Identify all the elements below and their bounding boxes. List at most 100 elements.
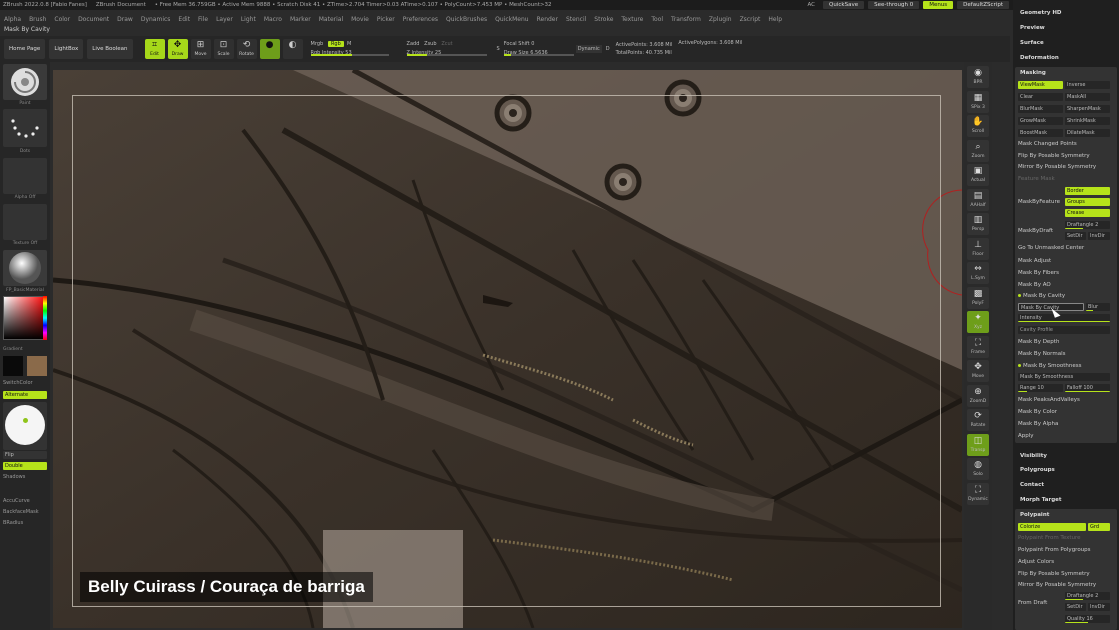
- tool-l-sym[interactable]: ⇔ L.Sym: [967, 262, 989, 284]
- menu-brush[interactable]: Brush: [29, 16, 46, 23]
- rgb-intensity-slider[interactable]: Mrgb Rgb M Rgb Intensity 53: [310, 39, 389, 59]
- grd-toggle[interactable]: Grd: [1088, 523, 1110, 531]
- menu-marker[interactable]: Marker: [290, 16, 311, 23]
- menu-zscript[interactable]: Zscript: [740, 16, 761, 23]
- mask-by-smoothness-header[interactable]: Mask By Smoothness: [1018, 363, 1082, 369]
- clear-button[interactable]: Clear: [1018, 93, 1063, 101]
- flip-toggle[interactable]: Flip: [3, 451, 47, 459]
- polypaint-header[interactable]: Polypaint: [1020, 512, 1049, 518]
- menu-material[interactable]: Material: [319, 16, 343, 23]
- menu-light[interactable]: Light: [241, 16, 256, 23]
- tool-rotate[interactable]: ⟳ Rotate: [967, 409, 989, 431]
- polypaint-from-texture-button[interactable]: Polypaint From Texture: [1018, 535, 1081, 541]
- adjust-colors-button[interactable]: Adjust Colors: [1018, 559, 1054, 565]
- quality-slider[interactable]: Quality 16: [1065, 615, 1110, 623]
- blur-slider[interactable]: Blur: [1086, 303, 1110, 311]
- mask-by-color-button[interactable]: Mask By Color: [1018, 409, 1057, 415]
- pp-draftangle-slider[interactable]: Draftangle 2: [1065, 592, 1110, 600]
- deformation-header[interactable]: Deformation: [1020, 55, 1059, 61]
- lightbox-button[interactable]: LightBox: [49, 39, 84, 59]
- blurmask-button[interactable]: BlurMask: [1018, 105, 1063, 113]
- shrinkmask-button[interactable]: ShrinkMask: [1065, 117, 1110, 125]
- boostmask-button[interactable]: BoostMask: [1018, 129, 1063, 137]
- m-toggle[interactable]: M: [347, 41, 351, 47]
- menu-alpha[interactable]: Alpha: [4, 16, 21, 23]
- range-slider[interactable]: Range 10: [1018, 384, 1063, 392]
- geometry-hd-header[interactable]: Geometry HD: [1020, 10, 1062, 16]
- mask-by-normals-button[interactable]: Mask By Normals: [1018, 351, 1065, 357]
- mirror-posable-symmetry-button[interactable]: Mirror By Posable Symmetry: [1018, 164, 1096, 170]
- menu-document[interactable]: Document: [78, 16, 109, 23]
- viewmask-toggle[interactable]: ViewMask: [1018, 81, 1063, 89]
- invdir-button[interactable]: InvDir: [1088, 232, 1110, 240]
- edit-button[interactable]: ⌗ Edit: [144, 39, 165, 59]
- menu-macro[interactable]: Macro: [264, 16, 282, 23]
- menu-help[interactable]: Help: [768, 16, 782, 23]
- tool-actual[interactable]: ▣ Actual: [967, 164, 989, 186]
- menu-tool[interactable]: Tool: [651, 16, 663, 23]
- morph-target-header[interactable]: Morph Target: [1020, 497, 1062, 503]
- menu-draw[interactable]: Draw: [117, 16, 133, 23]
- home-page-button[interactable]: Home Page: [4, 39, 46, 59]
- border-toggle[interactable]: Border: [1065, 187, 1110, 195]
- apply-button[interactable]: Apply: [1018, 433, 1034, 439]
- mask-by-cavity-button[interactable]: Mask By Cavity: [1018, 303, 1084, 311]
- menu-quickmenu[interactable]: QuickMenu: [495, 16, 528, 23]
- tool-bpr[interactable]: ◉ BPR: [967, 66, 989, 88]
- menu-preferences[interactable]: Preferences: [403, 16, 438, 23]
- gyro-button[interactable]: ◐: [282, 39, 303, 59]
- mask-by-fibers-button[interactable]: Mask By Fibers: [1018, 270, 1059, 276]
- see-through-slider[interactable]: See-through 0: [868, 1, 920, 9]
- menu-stroke[interactable]: Stroke: [594, 16, 613, 23]
- polypaint-from-polygroups-button[interactable]: Polypaint From Polygroups: [1018, 547, 1091, 553]
- shadows-toggle[interactable]: Shadows: [3, 474, 25, 480]
- dilatemask-button[interactable]: DilateMask: [1065, 129, 1110, 137]
- flip-posable-symmetry-button[interactable]: Flip By Posable Symmetry: [1018, 153, 1090, 159]
- mask-by-depth-button[interactable]: Mask By Depth: [1018, 339, 1059, 345]
- brush-selector[interactable]: [3, 64, 47, 100]
- tool-scroll[interactable]: ✋ Scroll: [967, 115, 989, 137]
- backface-mask-toggle[interactable]: BackfaceMask: [3, 509, 39, 515]
- tool-polyf[interactable]: ▩ PolyF: [967, 286, 989, 309]
- pp-mirror-symmetry-button[interactable]: Mirror By Posable Symmetry: [1018, 582, 1096, 588]
- cavity-profile-button[interactable]: Cavity Profile: [1018, 326, 1110, 334]
- material-selector[interactable]: [3, 250, 47, 286]
- live-boolean-button[interactable]: Live Boolean: [87, 39, 133, 59]
- tool-xyz[interactable]: ✦ Xyz: [967, 311, 989, 333]
- dynamic-toggle[interactable]: Dynamic: [575, 45, 602, 53]
- accucurve-toggle[interactable]: AccuCurve: [3, 498, 30, 504]
- tool-solo[interactable]: ◍ Solo: [967, 458, 989, 480]
- mask-by-alpha-button[interactable]: Mask By Alpha: [1018, 421, 1058, 427]
- focal-shift-slider[interactable]: Focal Shift 0 Draw Size 6.5636: [503, 39, 574, 59]
- unmasked-center-button[interactable]: Go To Unmasked Center: [1018, 245, 1084, 251]
- menu-dynamics[interactable]: Dynamics: [141, 16, 171, 23]
- contact-header[interactable]: Contact: [1020, 482, 1044, 488]
- pp-setdir-button[interactable]: SetDir: [1065, 603, 1086, 611]
- zadd-toggle[interactable]: Zadd: [407, 41, 420, 47]
- tool-move[interactable]: ✥ Move: [967, 360, 989, 382]
- setdir-button[interactable]: SetDir: [1065, 232, 1086, 240]
- menu-zplugin[interactable]: Zplugin: [709, 16, 732, 23]
- move-button[interactable]: ⊞ Move: [190, 39, 211, 59]
- pp-flip-symmetry-button[interactable]: Flip By Posable Symmetry: [1018, 571, 1090, 577]
- growmask-button[interactable]: GrowMask: [1018, 117, 1063, 125]
- draw-button[interactable]: ✥ Draw: [167, 39, 188, 59]
- bradius-toggle[interactable]: BRadius: [3, 520, 23, 526]
- stroke-selector[interactable]: [3, 109, 47, 147]
- main-color-swatch[interactable]: [3, 356, 23, 376]
- tool-dynamic[interactable]: ⛶ Dynamic: [967, 482, 989, 505]
- color-picker[interactable]: [3, 296, 47, 340]
- menu-transform[interactable]: Transform: [671, 16, 701, 23]
- mask-by-ao-button[interactable]: Mask By AO: [1018, 282, 1051, 288]
- tool-spix-3[interactable]: ▦ SPix 3: [967, 90, 989, 113]
- tool-zoomd[interactable]: ⊕ ZoomD: [967, 384, 989, 407]
- menus-toggle[interactable]: Menus: [923, 1, 954, 9]
- alternate-toggle[interactable]: Alternate: [3, 391, 47, 399]
- crease-toggle[interactable]: Crease: [1065, 209, 1110, 217]
- tool-frame[interactable]: ⛶ Frame: [967, 335, 989, 358]
- zcut-toggle[interactable]: Zcut: [441, 41, 452, 47]
- menu-edit[interactable]: Edit: [178, 16, 190, 23]
- falloff-slider[interactable]: Falloff 100: [1065, 384, 1110, 392]
- polygroups-header[interactable]: Polygroups: [1020, 467, 1055, 473]
- canvas-viewport[interactable]: [53, 70, 962, 628]
